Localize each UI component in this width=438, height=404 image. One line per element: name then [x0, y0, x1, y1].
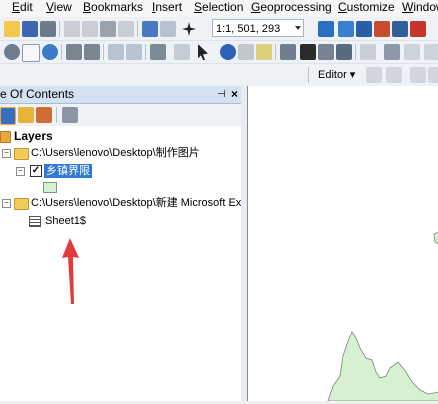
catalog-icon[interactable] [356, 21, 372, 37]
go-to-xy-icon[interactable] [336, 44, 352, 60]
full-extent-icon[interactable] [42, 44, 58, 60]
copy-icon[interactable] [82, 21, 98, 37]
redo-icon[interactable] [160, 21, 176, 37]
map-polygon[interactable] [433, 231, 438, 244]
menu-selection[interactable]: Selection [192, 0, 245, 17]
select-features-icon[interactable] [150, 44, 166, 60]
edit-annotation-icon[interactable] [386, 67, 402, 83]
menu-bookmarks[interactable]: Bookmarks [81, 0, 145, 17]
layer-visibility-checkbox[interactable]: ✓ [30, 165, 42, 177]
chevron-down-icon [295, 26, 301, 30]
toolbar-separator [145, 44, 146, 60]
toolbar-separator [355, 44, 356, 60]
add-data-icon[interactable] [182, 22, 196, 36]
menu-bar: Edit View Bookmarks Insert Selection Geo… [0, 0, 438, 17]
toolbar-grip [308, 67, 309, 83]
fixed-zoom-out-icon[interactable] [84, 44, 100, 60]
annotation-arrow [62, 238, 79, 304]
paste-icon[interactable] [100, 21, 116, 37]
close-icon[interactable]: × [231, 86, 238, 102]
list-by-drawing-order-icon[interactable] [0, 107, 16, 125]
menu-customize[interactable]: Customize [336, 0, 397, 17]
map-polygon[interactable] [327, 331, 438, 402]
cut-icon[interactable] [64, 21, 80, 37]
zoom-out-icon[interactable] [4, 44, 20, 60]
editor-toolbar-icon[interactable] [318, 21, 334, 37]
table-name-label: Sheet1$ [45, 215, 86, 227]
editor-menu-button[interactable]: Editor ▾ [318, 68, 355, 81]
menu-geoprocessing[interactable]: Geoprocessing [249, 0, 334, 17]
select-elements-icon[interactable] [198, 44, 208, 60]
list-by-source-icon[interactable] [18, 107, 34, 123]
undo-icon[interactable] [142, 21, 158, 37]
layers-icon [0, 131, 11, 143]
source-folder-2[interactable]: − C:\Users\lenovo\Desktop\新建 Microsoft E… [0, 195, 241, 211]
find-route-icon[interactable] [318, 44, 334, 60]
collapse-icon[interactable]: − [2, 149, 11, 158]
folder-icon [14, 148, 29, 160]
toolbar-separator [61, 44, 62, 60]
menu-edit[interactable]: Edit [10, 0, 35, 17]
tools-toolbar [0, 41, 438, 64]
save-icon[interactable] [22, 21, 38, 37]
toolbar-separator [103, 44, 104, 60]
toc-title-bar: e Of Contents ⊣ × [0, 86, 244, 104]
map-canvas [327, 231, 438, 402]
toc-title: e Of Contents [0, 87, 75, 101]
arrow-shape [62, 238, 79, 304]
identify-icon[interactable] [220, 44, 236, 60]
search-window-icon[interactable] [374, 21, 390, 37]
folder-path-label: C:\Users\lenovo\Desktop\制作图片 [31, 147, 200, 159]
list-by-selection-icon[interactable] [62, 107, 78, 123]
toolbar-separator [275, 44, 276, 60]
map-scale-combobox[interactable]: 1:1, 501, 293 [212, 19, 304, 37]
collapse-icon[interactable]: − [2, 199, 11, 208]
delete-icon[interactable] [118, 21, 134, 37]
layout-icon[interactable] [404, 44, 420, 60]
straight-segment-icon[interactable] [410, 67, 426, 83]
html-popup-icon[interactable] [256, 44, 272, 60]
forward-arrow-icon[interactable] [126, 44, 142, 60]
folder-path-label: C:\Users\lenovo\Desktop\新建 Microsoft Ex [31, 197, 241, 209]
time-slider-icon[interactable] [360, 44, 376, 60]
map-display[interactable] [247, 86, 438, 402]
layer-name-label[interactable]: 乡镇界限 [44, 164, 92, 178]
python-window-icon[interactable] [410, 21, 426, 37]
clear-selection-icon[interactable] [174, 44, 190, 60]
source-folder-1[interactable]: − C:\Users\lenovo\Desktop\制作图片 [0, 145, 241, 161]
standard-toolbar: 1:1, 501, 293 [0, 18, 438, 41]
toolbar-separator [137, 21, 138, 37]
pin-icon[interactable]: ⊣ [217, 87, 226, 103]
hyperlink-icon[interactable] [238, 44, 254, 60]
menu-insert[interactable]: Insert [150, 0, 184, 17]
create-viewer-icon[interactable] [384, 44, 400, 60]
end-point-arc-icon[interactable] [428, 67, 438, 83]
find-icon[interactable] [300, 44, 316, 60]
menu-view[interactable]: View [44, 0, 74, 17]
fixed-zoom-in-icon[interactable] [66, 44, 82, 60]
print-icon[interactable] [40, 21, 56, 37]
toolbar-separator [56, 107, 57, 123]
measure-icon[interactable] [280, 44, 296, 60]
layers-label: Layers [14, 129, 53, 143]
toc-view-toolbar [0, 104, 244, 127]
table-icon [29, 216, 41, 227]
layer-symbol-swatch[interactable] [43, 182, 57, 193]
back-arrow-icon[interactable] [108, 44, 124, 60]
options-icon[interactable] [424, 44, 438, 60]
collapse-icon[interactable]: − [16, 167, 25, 176]
toolbar-separator [59, 21, 60, 37]
edit-tool-icon[interactable] [366, 67, 382, 83]
editor-toolbar: Editor ▾ [0, 64, 438, 87]
toc-tree-panel: Layers − C:\Users\lenovo\Desktop\制作图片 − … [0, 126, 242, 401]
arctoolbox-icon[interactable] [392, 21, 408, 37]
menu-window[interactable]: Window [400, 0, 438, 17]
pan-icon[interactable] [22, 44, 40, 62]
folder-icon [14, 198, 29, 210]
table-of-contents-icon[interactable] [338, 21, 354, 37]
list-by-visibility-icon[interactable] [36, 107, 52, 123]
open-icon[interactable] [4, 21, 20, 37]
